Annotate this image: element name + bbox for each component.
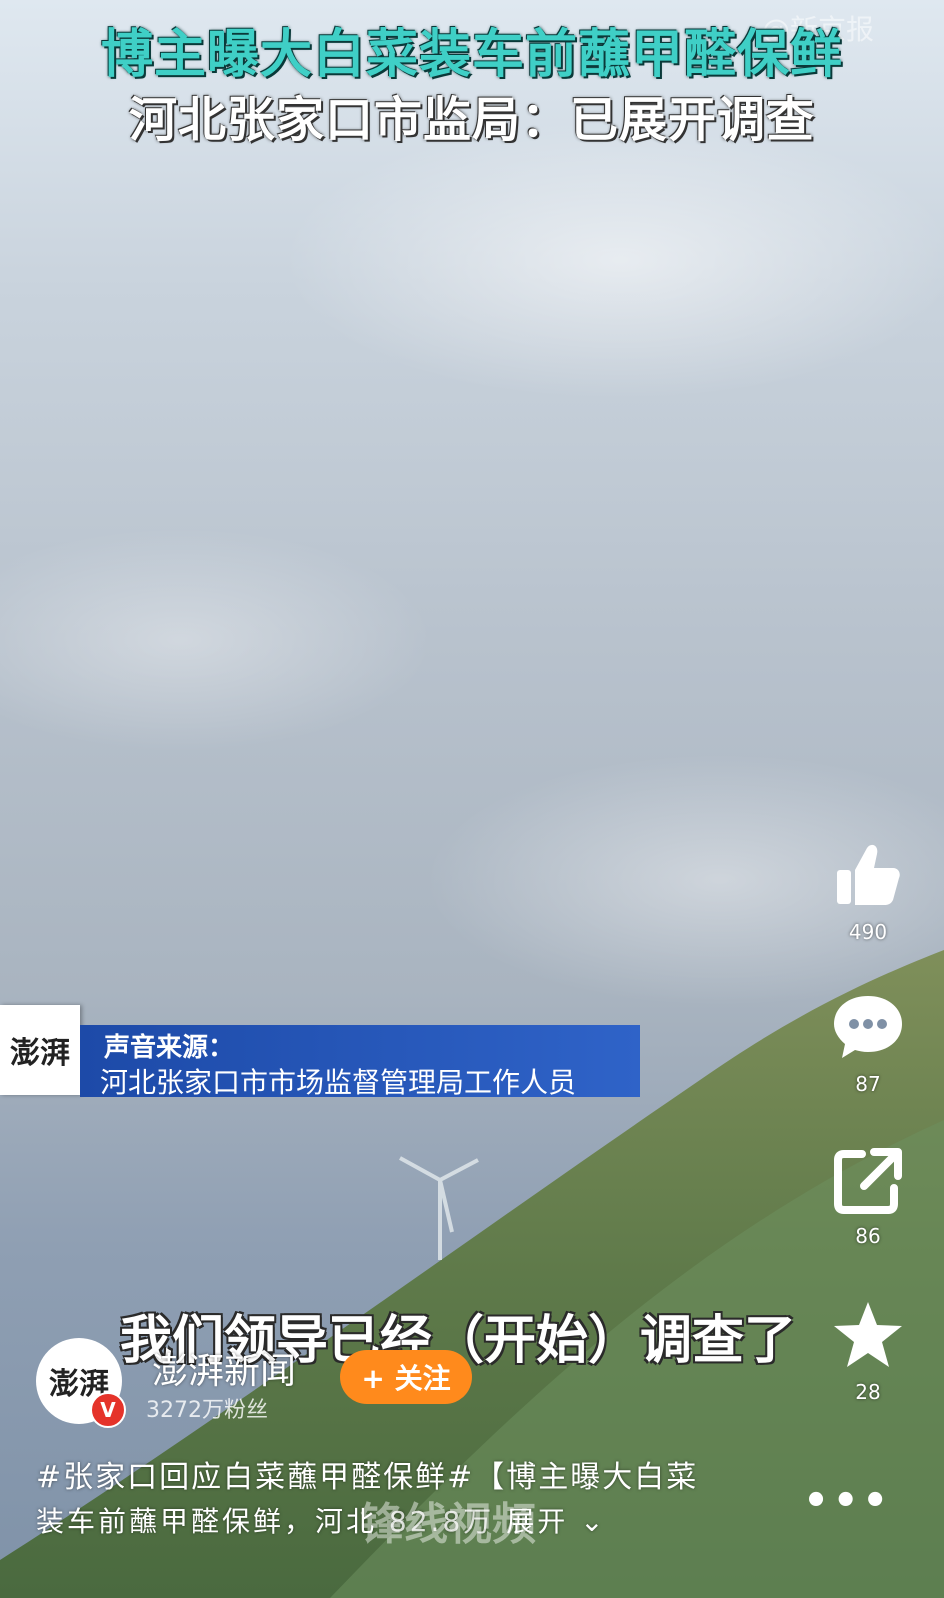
video-subheadline: 河北张家口市监局：已展开调查	[128, 92, 815, 148]
chevron-down-icon[interactable]: ⌄	[580, 1505, 606, 1538]
like-count: 490	[848, 920, 888, 944]
favorite-button[interactable]: 28	[828, 1300, 908, 1404]
more-options-button[interactable]: •••	[803, 1478, 892, 1524]
favorite-count: 28	[855, 1380, 881, 1404]
comment-icon	[834, 996, 902, 1058]
thumbs-up-icon	[837, 844, 900, 905]
source-label: 声音来源：	[104, 1033, 235, 1063]
share-icon	[834, 1148, 902, 1214]
comment-button[interactable]: 87	[828, 992, 908, 1096]
comment-count: 87	[855, 1072, 881, 1096]
follower-count: 3272万粉丝	[146, 1398, 268, 1423]
account-name[interactable]: 澎湃新闻	[152, 1342, 296, 1394]
follow-button[interactable]: + 关注	[340, 1350, 472, 1404]
source-bar: 声音来源： 河北张家口市市场监督管理局工作人员	[80, 1025, 640, 1099]
star-icon	[834, 1302, 902, 1367]
video-headline: 博主曝大白菜装车前蘸甲醛保鲜	[100, 25, 843, 85]
like-button[interactable]: 490	[828, 840, 908, 944]
watermark-bottom: 锋线视频	[360, 1499, 536, 1550]
source-text: 河北张家口市市场监督管理局工作人员	[100, 1066, 577, 1099]
caption-text: 装车前蘸甲醛保鲜，河北	[36, 1505, 378, 1538]
source-logo: 澎湃	[0, 1005, 80, 1095]
share-count: 86	[855, 1224, 881, 1248]
share-button[interactable]: 86	[828, 1148, 908, 1248]
verified-badge: V	[90, 1392, 126, 1428]
source-caption: 澎湃 声音来源： 河北张家口市市场监督管理局工作人员	[0, 1005, 640, 1099]
